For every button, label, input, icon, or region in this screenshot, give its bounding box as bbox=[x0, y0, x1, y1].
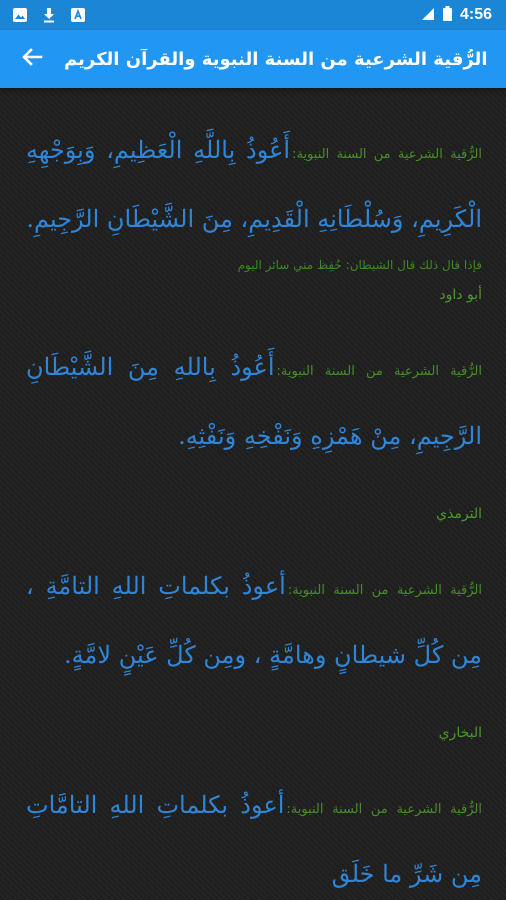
status-right: 4:56 bbox=[421, 5, 492, 25]
status-time: 4:56 bbox=[459, 6, 492, 23]
dua-text: الرُّقية الشرعية من السنة النبوية:أعوذُ … bbox=[26, 773, 482, 900]
dua-entry: الرُّقية الشرعية من السنة النبوية:أَعُوذ… bbox=[26, 118, 482, 309]
app-title: الرُّقية الشرعية من السنة النبوية والقرآ… bbox=[64, 48, 488, 70]
notification-icons bbox=[12, 7, 86, 23]
status-bar: 4:56 bbox=[0, 0, 506, 30]
image-icon bbox=[12, 7, 28, 23]
content-scroll[interactable]: الرُّقية الشرعية من السنة النبوية:أَعُوذ… bbox=[0, 88, 506, 900]
dua-text: الرُّقية الشرعية من السنة النبوية:أَعُوذ… bbox=[26, 118, 482, 251]
arrow-back-icon[interactable] bbox=[21, 46, 43, 72]
download-icon bbox=[42, 7, 56, 23]
dua-label: الرُّقية الشرعية من السنة النبوية: bbox=[276, 364, 482, 379]
dua-source: البخاري bbox=[438, 725, 482, 741]
app-bar: الرُّقية الشرعية من السنة النبوية والقرآ… bbox=[0, 30, 506, 88]
dua-label: الرُّقية الشرعية من السنة النبوية: bbox=[286, 802, 482, 817]
dua-text: الرُّقية الشرعية من السنة النبوية:أعوذُ … bbox=[26, 554, 482, 687]
dua-text: الرُّقية الشرعية من السنة النبوية:أَعُوذ… bbox=[26, 335, 482, 468]
dua-source: أبو داود bbox=[439, 287, 482, 303]
dua-entry: الرُّقية الشرعية من السنة النبوية:أعوذُ … bbox=[26, 554, 482, 747]
dua-source: الترمذي bbox=[436, 506, 482, 522]
dua-label: الرُّقية الشرعية من السنة النبوية: bbox=[287, 583, 482, 598]
dua-note: فإذا قال ذلك قال الشيطان: حُفِظ مني سائر… bbox=[237, 258, 482, 272]
dua-entry: الرُّقية الشرعية من السنة النبوية:أَعُوذ… bbox=[26, 335, 482, 528]
signal-icon bbox=[421, 6, 435, 25]
dua-entry: الرُّقية الشرعية من السنة النبوية:أعوذُ … bbox=[26, 773, 482, 900]
back-button[interactable] bbox=[0, 30, 64, 88]
text-box-icon bbox=[70, 7, 86, 23]
battery-icon bbox=[442, 5, 452, 25]
dua-label: الرُّقية الشرعية من السنة النبوية: bbox=[292, 147, 482, 162]
